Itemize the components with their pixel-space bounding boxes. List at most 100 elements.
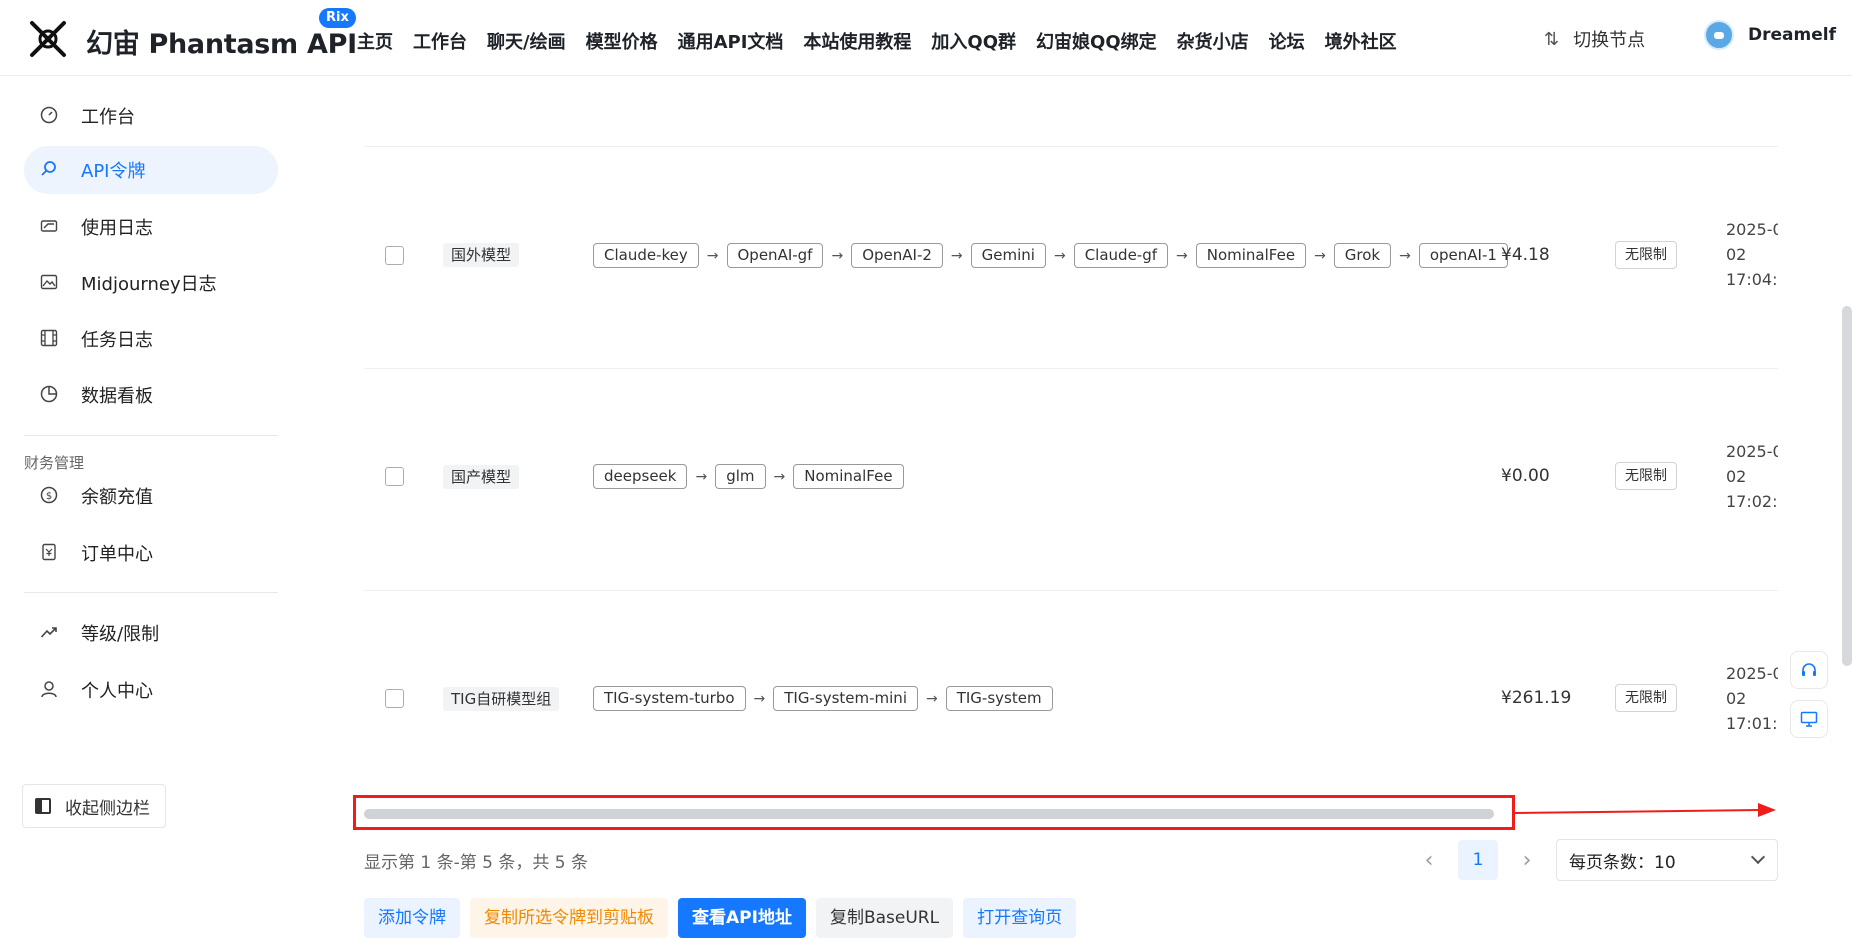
row-checkbox[interactable] — [385, 467, 404, 486]
user-menu[interactable]: Dreamelf — [1704, 20, 1836, 50]
nav-shop[interactable]: 杂货小店 — [1177, 28, 1249, 54]
nav-home[interactable]: 主页 — [357, 28, 393, 54]
nav-qq-group[interactable]: 加入QQ群 — [931, 28, 1016, 54]
nav-workbench[interactable]: 工作台 — [413, 28, 467, 54]
channel-chip: deepseek — [593, 464, 688, 489]
sidebar-item-label: API令牌 — [81, 161, 146, 182]
time-line: 02 — [1726, 467, 1747, 486]
channel-chip: NominalFee — [793, 464, 904, 489]
sidebar-item-midjourney-log[interactable]: Midjourney日志 — [24, 259, 278, 307]
arrow-right-icon: → — [925, 690, 938, 707]
open-query-page-button[interactable]: 打开查询页 — [963, 898, 1077, 938]
table-row: 国外模型 Claude-key → OpenAI-gf → OpenAI-2 →… — [364, 147, 1778, 368]
sidebar-item-orders[interactable]: 订单中心 — [24, 529, 278, 577]
order-icon — [42, 543, 56, 561]
trend-up-icon — [40, 627, 57, 638]
table-row: TIG自研模型组 TIG-system-turbo → TIG-system-m… — [364, 591, 1778, 806]
nav-chat-draw[interactable]: 聊天/绘画 — [487, 28, 566, 54]
arrow-right-icon: → — [1053, 247, 1066, 264]
arrow-right-icon: → — [1176, 247, 1188, 264]
copy-selected-tokens-button[interactable]: 复制所选令牌到剪贴板 — [470, 898, 668, 938]
collapse-sidebar-button[interactable]: 收起侧边栏 — [22, 784, 166, 828]
page-size-select[interactable]: 每页条数：10 — [1556, 839, 1778, 881]
pagination-info: 显示第 1 条-第 5 条，共 5 条 — [364, 853, 589, 873]
limit-tag: 无限制 — [1615, 241, 1677, 269]
view-api-address-button[interactable]: 查看API地址 — [678, 898, 806, 938]
amount-cell: ¥261.19 — [1501, 688, 1572, 708]
page-number-button[interactable]: 1 — [1458, 840, 1498, 880]
page-size-label: 每页条数：10 — [1569, 852, 1676, 873]
token-actions: 添加令牌 复制所选令牌到剪贴板 查看API地址 复制BaseURL 打开查询页 — [364, 898, 1077, 938]
sidebar-item-level-limit[interactable]: 等级/限制 — [24, 609, 278, 657]
nav-overseas[interactable]: 境外社区 — [1325, 28, 1397, 54]
channel-chip: TIG-system — [945, 686, 1053, 711]
key-search-icon — [41, 161, 56, 176]
log-icon — [40, 220, 58, 232]
row-checkbox[interactable] — [385, 689, 404, 708]
arrow-right-icon: → — [950, 247, 963, 264]
vertical-scrollbar[interactable] — [1842, 306, 1852, 666]
time-line: 2025-0 — [1726, 442, 1778, 461]
token-table: 国外模型 Claude-key → OpenAI-gf → OpenAI-2 →… — [364, 76, 1778, 806]
sidebar-item-label: 数据看板 — [81, 386, 153, 407]
sidebar-item-api-token[interactable]: API令牌 — [24, 146, 278, 194]
group-tag: TIG自研模型组 — [443, 687, 560, 711]
nav-tutorial[interactable]: 本站使用教程 — [803, 28, 911, 54]
channel-chip: OpenAI-gf — [726, 243, 824, 268]
nav-model-price[interactable]: 模型价格 — [586, 28, 658, 54]
coin-icon: $ — [40, 486, 58, 504]
next-page-icon[interactable]: › — [1516, 848, 1538, 873]
time-line: 02 — [1726, 245, 1747, 264]
sidebar-item-workbench[interactable]: 工作台 — [24, 92, 278, 140]
arrow-right-icon: → — [753, 690, 766, 707]
chart-pie-icon — [40, 385, 58, 403]
sidebar-divider — [24, 592, 278, 593]
avatar — [1704, 20, 1734, 50]
switch-node-label: 切换节点 — [1573, 30, 1646, 51]
nav-qq-bind[interactable]: 幻宙娘QQ绑定 — [1036, 28, 1157, 54]
channel-chip: Claude-key — [593, 243, 699, 268]
dashboard-icon — [40, 106, 58, 124]
time-line: 2025-0 — [1726, 220, 1778, 239]
sidebar-item-task-log[interactable]: 任务日志 — [24, 315, 278, 363]
add-token-button[interactable]: 添加令牌 — [364, 898, 460, 938]
site-title[interactable]: 幻宙 Phantasm API — [86, 22, 357, 61]
limit-tag: 无限制 — [1615, 684, 1677, 712]
sidebar-item-data-board[interactable]: 数据看板 — [24, 371, 278, 419]
prev-page-icon[interactable]: ‹ — [1418, 848, 1440, 873]
sidebar-item-label: 订单中心 — [81, 544, 153, 565]
version-badge: Rix — [319, 8, 356, 28]
channel-chip: Grok — [1333, 243, 1392, 268]
channel-chain: deepseek → glm → NominalFee — [593, 464, 904, 489]
amount-cell: ¥0.00 — [1501, 466, 1550, 486]
top-header: 幻宙 Phantasm API Rix 主页 工作台 聊天/绘画 模型价格 通用… — [0, 0, 1852, 76]
channel-chain: TIG-system-turbo → TIG-system-mini → TIG… — [593, 686, 1053, 711]
table-row: 国产模型 deepseek → glm → NominalFee ¥0.00 无… — [364, 369, 1778, 590]
logo-icon[interactable] — [26, 17, 70, 61]
time-line: 02 — [1726, 689, 1747, 708]
sidebar-item-label: Midjourney日志 — [81, 274, 217, 295]
sidebar-item-usage-log[interactable]: 使用日志 — [24, 203, 278, 251]
support-headset-button[interactable] — [1790, 651, 1828, 689]
annotation-highlight-box — [353, 795, 1515, 830]
sidebar-item-recharge[interactable]: $ 余额充值 — [24, 472, 278, 520]
nav-forum[interactable]: 论坛 — [1269, 28, 1305, 54]
nav-api-docs[interactable]: 通用API文档 — [678, 28, 784, 54]
arrow-right-icon: → — [706, 247, 719, 264]
switch-node-button[interactable]: ⇅ 切换节点 — [1544, 26, 1645, 52]
arrow-right-icon: → — [1399, 247, 1411, 264]
copy-base-url-button[interactable]: 复制BaseURL — [815, 898, 954, 938]
collapse-sidebar-label: 收起侧边栏 — [65, 798, 150, 819]
channel-chip: Claude-gf — [1073, 243, 1169, 268]
sidebar-item-label: 余额充值 — [81, 487, 153, 508]
sidebar-section-finance: 财务管理 — [24, 454, 85, 472]
sidebar-item-label: 使用日志 — [81, 218, 153, 239]
row-checkbox[interactable] — [385, 246, 404, 265]
username: Dreamelf — [1748, 25, 1836, 45]
arrow-right-icon: → — [1314, 247, 1326, 264]
time-line: 17:02:5 — [1726, 492, 1778, 511]
desktop-view-button[interactable] — [1790, 700, 1828, 738]
time-cell: 2025-0 02 17:04:0 — [1726, 217, 1778, 292]
sidebar-item-profile[interactable]: 个人中心 — [24, 666, 278, 714]
channel-chip: TIG-system-mini — [773, 686, 918, 711]
